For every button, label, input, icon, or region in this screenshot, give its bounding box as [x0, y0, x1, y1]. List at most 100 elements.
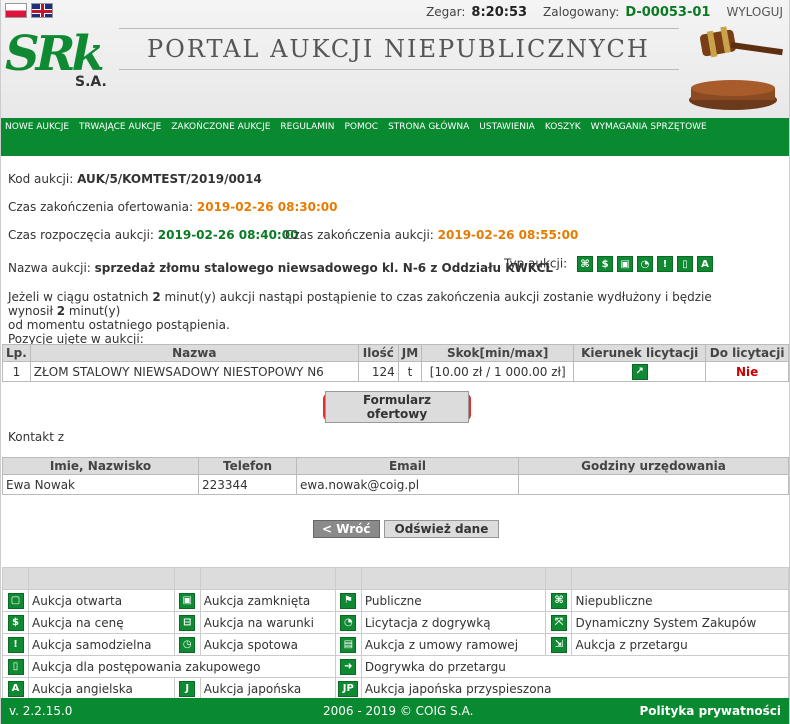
col-contact-name: Imie, Nazwisko [2, 457, 199, 475]
tender-icon: ⇲ [550, 636, 567, 653]
clock-value: 8:20:53 [471, 5, 528, 20]
arrow-up-right-icon[interactable]: ↗ [631, 363, 648, 380]
col-jm: JM [397, 344, 423, 362]
offer-end-label: Czas zakończenia ofertowania: [8, 200, 194, 214]
col-name: Nazwa [29, 344, 359, 362]
contact-phone: 223344 [198, 474, 297, 495]
dynamic-system-icon: ⤧ [550, 614, 567, 631]
nav-help[interactable]: POMOC [344, 122, 378, 132]
nav-home[interactable]: STRONA GŁÓWNA [388, 122, 469, 132]
auction-start-row: Czas rozpoczęcia aukcji: 2019-02-26 08:4… [8, 228, 298, 242]
header: Zegar: 8:20:53 Zalogowany: D-00053-01 WY… [1, 0, 789, 118]
auction-code-value: AUK/5/KOMTEST/2019/0014 [77, 172, 262, 186]
auction-start-value: 2019-02-26 08:40:00 [157, 228, 299, 242]
nav-regulations[interactable]: REGULAMIN [280, 122, 334, 132]
letters-jp-icon: JP [338, 680, 359, 697]
contact-name: Ewa Nowak [2, 474, 199, 495]
note-line-1: Jeżeli w ciągu ostatnich 2 minut(y) aukc… [8, 290, 748, 318]
refresh-button[interactable]: Odśwież dane [383, 520, 500, 538]
legend-japanese: Aukcja japońska [199, 677, 336, 700]
language-flags [5, 3, 53, 18]
item-lp: 1 [2, 361, 31, 382]
flag-en-icon[interactable] [31, 3, 53, 18]
main-nav: NOWE AUKCJE TRWAJĄCE AUKCJE ZAKOŃCZONE A… [1, 118, 789, 156]
auction-end-row: Czas zakończenia aukcji: 2019-02-26 08:5… [285, 228, 578, 242]
user-label: Zalogowany: [543, 5, 620, 19]
legend-price: Aukcja na cenę [28, 611, 175, 634]
legend-header-row [2, 567, 789, 590]
auction-code-label: Kod aukcji: [8, 172, 74, 186]
auction-type-label: Typ aukcji: [504, 256, 568, 271]
cart-icon: ⊟ [179, 614, 196, 631]
clock-icon: ◔ [340, 614, 357, 631]
legend-procurement: Aukcja dla postępowania zakupowego [28, 655, 336, 678]
version-text: v. 2.2.15.0 [9, 704, 73, 718]
legend-table: ▢ Aukcja otwarta ▣ Aukcja zamknięta ⚑ Pu… [2, 567, 790, 700]
page: Zegar: 8:20:53 Zalogowany: D-00053-01 WY… [0, 0, 790, 724]
nonpublic-icon: ⌘ [577, 256, 594, 272]
letter-j-icon: J [179, 680, 196, 697]
lock-icon: ▣ [617, 256, 634, 272]
nav-new-auctions[interactable]: NOWE AUKCJE [5, 122, 69, 132]
srk-logo: SRk S.A. [5, 26, 107, 100]
session-info: Zegar: 8:20:53 Zalogowany: D-00053-01 WY… [426, 5, 783, 20]
col-qty: Ilość [357, 344, 399, 362]
auction-name-row: Nazwa aukcji: sprzedaż złomu stalowego n… [8, 261, 553, 275]
legend-overtime: Licytacja z dogrywką [360, 611, 547, 634]
privacy-policy-link[interactable]: Polityka prywatności [640, 704, 782, 718]
item-jm: t [397, 361, 423, 382]
exclamation-icon: ! [657, 256, 674, 272]
offer-form-button[interactable]: Formularz ofertowy [325, 391, 469, 423]
col-contact-hours: Godziny urzędowania [518, 457, 789, 475]
item-to-bid: Nie [705, 361, 789, 382]
col-direction: Kierunek licytacji [573, 344, 707, 362]
legend-english: Aukcja angielska [28, 677, 175, 700]
note-line-2: od momentu ostatniego postąpienia. [8, 318, 230, 332]
auction-start-label: Czas rozpoczęcia aukcji: [8, 228, 154, 242]
logo-sa: S.A. [75, 74, 107, 90]
extension-note: Jeżeli w ciągu ostatnich 2 minut(y) aukc… [8, 290, 748, 346]
legend-row: A Aukcja angielska J Aukcja japońska JP … [2, 677, 790, 700]
nonpublic-icon: ⌘ [550, 592, 567, 609]
nav-hw-requirements[interactable]: WYMAGANIA SPRZĘTOWE [591, 122, 707, 132]
legend-nonpublic: Niepubliczne [571, 589, 789, 612]
contact-table: Imie, Nazwisko Telefon Email Godziny urz… [2, 457, 789, 495]
note-minutes-1: 2 [152, 290, 161, 304]
table-row: Ewa Nowak 223344 ewa.nowak@coig.pl [2, 474, 789, 495]
nav-cart[interactable]: KOSZYK [545, 122, 581, 132]
table-row: 1 ZŁOM STALOWY NIEWSADOWY NIESTOPOWY N6 … [2, 361, 789, 382]
dollar-icon: $ [7, 614, 24, 631]
logo-letters: SRk [5, 26, 105, 82]
note-text-e: minut(y) [65, 304, 121, 318]
footer: v. 2.2.15.0 2006 - 2019 © COIG S.A. Poli… [1, 698, 789, 724]
auction-type-row: Typ aukcji: ⌘ $ ▣ ◔ ! ▯ A [504, 256, 714, 272]
flag-pl-icon[interactable] [5, 3, 27, 18]
item-name: ZŁOM STALOWY NIEWSADOWY NIESTOPOWY N6 [29, 361, 359, 382]
col-contact-phone: Telefon [198, 457, 297, 475]
legend-dynamic: Dynamiczny System Zakupów [571, 611, 789, 634]
legend-framework: Aukcja z umowy ramowej [360, 633, 547, 656]
back-button[interactable]: < Wróć [313, 520, 380, 538]
gavel-icon [689, 26, 783, 110]
legend-conditions: Aukcja na warunki [199, 611, 336, 634]
offer-end-row: Czas zakończenia ofertowania: 2019-02-26… [8, 200, 338, 214]
contact-email[interactable]: ewa.nowak@coig.pl [296, 474, 519, 495]
nav-finished-auctions[interactable]: ZAKOŃCZONE AUKCJE [171, 122, 270, 132]
contact-header-row: Imie, Nazwisko Telefon Email Godziny urz… [2, 457, 789, 475]
form-button-highlight: Formularz ofertowy [323, 391, 471, 423]
contact-hours [518, 474, 789, 495]
document-icon: ▯ [677, 256, 694, 272]
legend-tender: Aukcja z przetargu [571, 633, 789, 656]
nav-settings[interactable]: USTAWIENIA [479, 122, 535, 132]
item-direction: ↗ [573, 361, 707, 382]
contact-label: Kontakt z [8, 430, 65, 444]
note-minutes-2: 2 [56, 304, 66, 318]
offer-end-value: 2019-02-26 08:30:00 [196, 200, 338, 214]
legend-public: Publiczne [360, 589, 547, 612]
clock-icon: ◔ [637, 256, 654, 272]
document-icon: ▯ [7, 658, 24, 675]
legend-spot: Aukcja spotowa [199, 633, 336, 656]
nav-ongoing-auctions[interactable]: TRWAJĄCE AUKCJE [79, 122, 161, 132]
legend-tender-overtime: Dogrywka do przetargu [360, 655, 790, 678]
logout-link[interactable]: WYLOGUJ [726, 5, 783, 19]
